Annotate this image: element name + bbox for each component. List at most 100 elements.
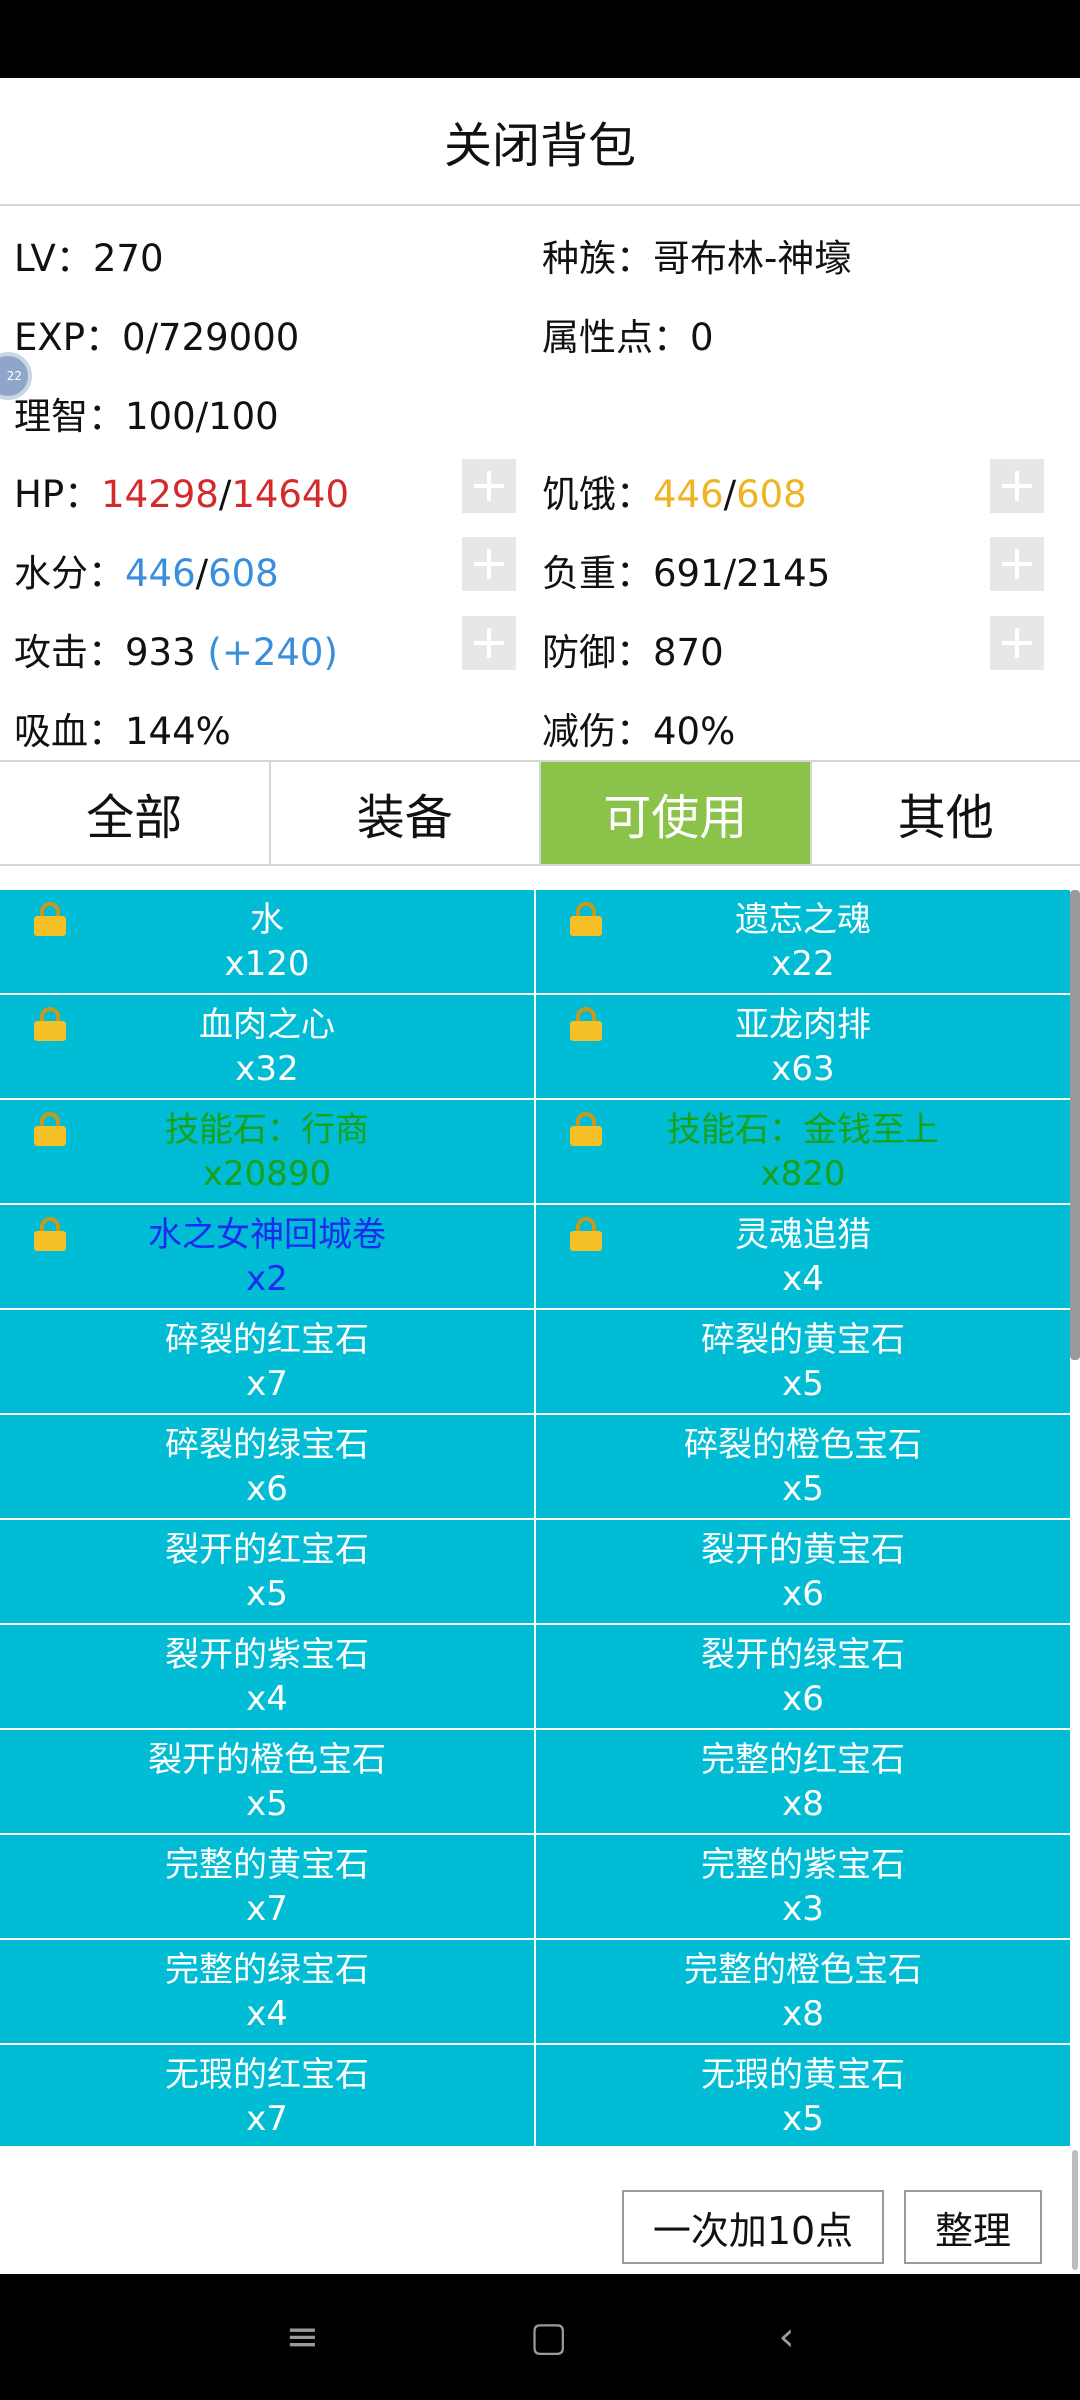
sort-button[interactable]: 整理 <box>904 2190 1042 2264</box>
item-count: x32 <box>235 1049 299 1089</box>
item-cell[interactable]: 碎裂的橙色宝石 x5 <box>536 1415 1070 1518</box>
defense-plus-button[interactable] <box>990 616 1044 670</box>
item-cell[interactable]: 亚龙肉排 x63 <box>536 995 1070 1098</box>
item-count: x6 <box>246 1469 288 1509</box>
item-cell[interactable]: 完整的红宝石 x8 <box>536 1730 1070 1833</box>
item-name: 完整的紫宝石 <box>701 1845 905 1885</box>
item-cell[interactable]: 碎裂的黄宝石 x5 <box>536 1310 1070 1413</box>
menu-icon[interactable]: ≡ <box>285 2314 319 2360</box>
category-tabs: 全部 装备 可使用 其他 <box>0 760 1080 866</box>
close-bag-button[interactable]: 关闭背包 <box>0 78 1080 206</box>
tab-other[interactable]: 其他 <box>812 762 1080 864</box>
item-cell[interactable]: 裂开的橙色宝石 x5 <box>0 1730 534 1833</box>
item-count: x20890 <box>202 1154 332 1194</box>
item-count: x8 <box>782 1994 824 2034</box>
item-name: 血肉之心 <box>199 1005 335 1045</box>
hunger-plus-button[interactable] <box>990 459 1044 513</box>
attribute-points-stat: 属性点：0 <box>542 316 714 359</box>
attack-stat: 攻击：933 (+240) <box>14 631 338 674</box>
hp-stat: HP：14298/14640 <box>14 473 350 516</box>
hunger-stat: 饥饿：446/608 <box>542 473 807 516</box>
item-cell[interactable]: 完整的黄宝石 x7 <box>0 1835 534 1938</box>
item-cell[interactable]: 碎裂的绿宝石 x6 <box>0 1415 534 1518</box>
item-count: x7 <box>246 1889 288 1929</box>
hp-plus-button[interactable] <box>462 459 516 513</box>
item-name: 裂开的绿宝石 <box>701 1635 905 1675</box>
item-cell[interactable]: 完整的绿宝石 x4 <box>0 1940 534 2043</box>
item-count: x7 <box>246 1364 288 1404</box>
item-count: x2 <box>246 1259 288 1299</box>
item-cell[interactable]: 无瑕的红宝石 x7 <box>0 2045 534 2146</box>
lock-icon[interactable] <box>570 1217 602 1251</box>
lock-icon[interactable] <box>34 1007 66 1041</box>
level-stat: LV：270 <box>14 237 164 280</box>
lock-icon[interactable] <box>34 1217 66 1251</box>
load-stat: 负重：691/2145 <box>542 552 831 595</box>
item-name: 无瑕的黄宝石 <box>701 2055 905 2095</box>
item-count: x7 <box>246 2099 288 2139</box>
item-cell[interactable]: 遗忘之魂 x22 <box>536 890 1070 993</box>
item-name: 完整的绿宝石 <box>165 1950 369 1990</box>
lock-icon[interactable] <box>34 1112 66 1146</box>
item-name: 技能石：行商 <box>165 1110 369 1150</box>
item-count: x5 <box>246 1574 288 1614</box>
item-name: 无瑕的红宝石 <box>165 2055 369 2095</box>
item-name: 裂开的橙色宝石 <box>148 1740 386 1780</box>
item-cell[interactable]: 血肉之心 x32 <box>0 995 534 1098</box>
item-name: 碎裂的绿宝石 <box>165 1425 369 1465</box>
item-count: x120 <box>224 944 310 984</box>
item-count: x6 <box>782 1574 824 1614</box>
lock-icon[interactable] <box>570 902 602 936</box>
item-cell[interactable]: 裂开的黄宝石 x6 <box>536 1520 1070 1623</box>
item-cell[interactable]: 完整的橙色宝石 x8 <box>536 1940 1070 2043</box>
race-stat: 种族：哥布林-神壕 <box>542 237 852 280</box>
item-cell[interactable]: 完整的紫宝石 x3 <box>536 1835 1070 1938</box>
item-count: x8 <box>782 1784 824 1824</box>
item-count: x4 <box>246 1679 288 1719</box>
stats-panel: LV：270 种族：哥布林-神壕 EXP：0/729000 属性点：0 理智：1… <box>0 206 1080 760</box>
item-count: x820 <box>760 1154 846 1194</box>
item-cell[interactable]: 灵魂追猎 x4 <box>536 1205 1070 1308</box>
item-list[interactable]: 水 x120 遗忘之魂 x22 血肉之心 x32 亚龙肉排 x63 技能石：行商… <box>0 890 1070 2146</box>
tab-all[interactable]: 全部 <box>0 762 271 864</box>
item-cell[interactable]: 技能石：行商 x20890 <box>0 1100 534 1203</box>
home-icon[interactable]: ▢ <box>530 2314 568 2360</box>
tab-usable[interactable]: 可使用 <box>541 762 812 864</box>
lock-icon[interactable] <box>570 1007 602 1041</box>
item-count: x5 <box>246 1784 288 1824</box>
item-cell[interactable]: 技能石：金钱至上 x820 <box>536 1100 1070 1203</box>
page-scrollbar[interactable] <box>1072 2150 1078 2270</box>
tab-equipment[interactable]: 装备 <box>271 762 541 864</box>
item-cell[interactable]: 裂开的紫宝石 x4 <box>0 1625 534 1728</box>
item-cell[interactable]: 裂开的红宝石 x5 <box>0 1520 534 1623</box>
item-cell[interactable]: 无瑕的黄宝石 x5 <box>536 2045 1070 2146</box>
defense-stat: 防御：870 <box>542 631 724 674</box>
item-count: x4 <box>246 1994 288 2034</box>
back-icon[interactable]: ‹ <box>779 2314 795 2360</box>
item-cell[interactable]: 水之女神回城卷 x2 <box>0 1205 534 1308</box>
load-plus-button[interactable] <box>990 537 1044 591</box>
item-name: 裂开的红宝石 <box>165 1530 369 1570</box>
item-count: x6 <box>782 1679 824 1719</box>
item-count: x5 <box>782 1364 824 1404</box>
item-name: 水 <box>250 900 284 940</box>
item-count: x63 <box>771 1049 835 1089</box>
item-cell[interactable]: 水 x120 <box>0 890 534 993</box>
sanity-stat: 理智：100/100 <box>14 395 279 438</box>
item-cell[interactable]: 碎裂的红宝石 x7 <box>0 1310 534 1413</box>
item-name: 碎裂的红宝石 <box>165 1320 369 1360</box>
item-name: 裂开的黄宝石 <box>701 1530 905 1570</box>
item-name: 遗忘之魂 <box>735 900 871 940</box>
add-10-points-button[interactable]: 一次加10点 <box>622 2190 884 2264</box>
water-plus-button[interactable] <box>462 537 516 591</box>
item-cell[interactable]: 裂开的绿宝石 x6 <box>536 1625 1070 1728</box>
lock-icon[interactable] <box>570 1112 602 1146</box>
status-bar <box>0 0 1080 78</box>
item-name: 碎裂的橙色宝石 <box>684 1425 922 1465</box>
water-stat: 水分：446/608 <box>14 552 279 595</box>
item-count: x5 <box>782 2099 824 2139</box>
lock-icon[interactable] <box>34 902 66 936</box>
item-name: 完整的红宝石 <box>701 1740 905 1780</box>
item-list-scrollbar[interactable] <box>1070 890 1080 1360</box>
attack-plus-button[interactable] <box>462 616 516 670</box>
